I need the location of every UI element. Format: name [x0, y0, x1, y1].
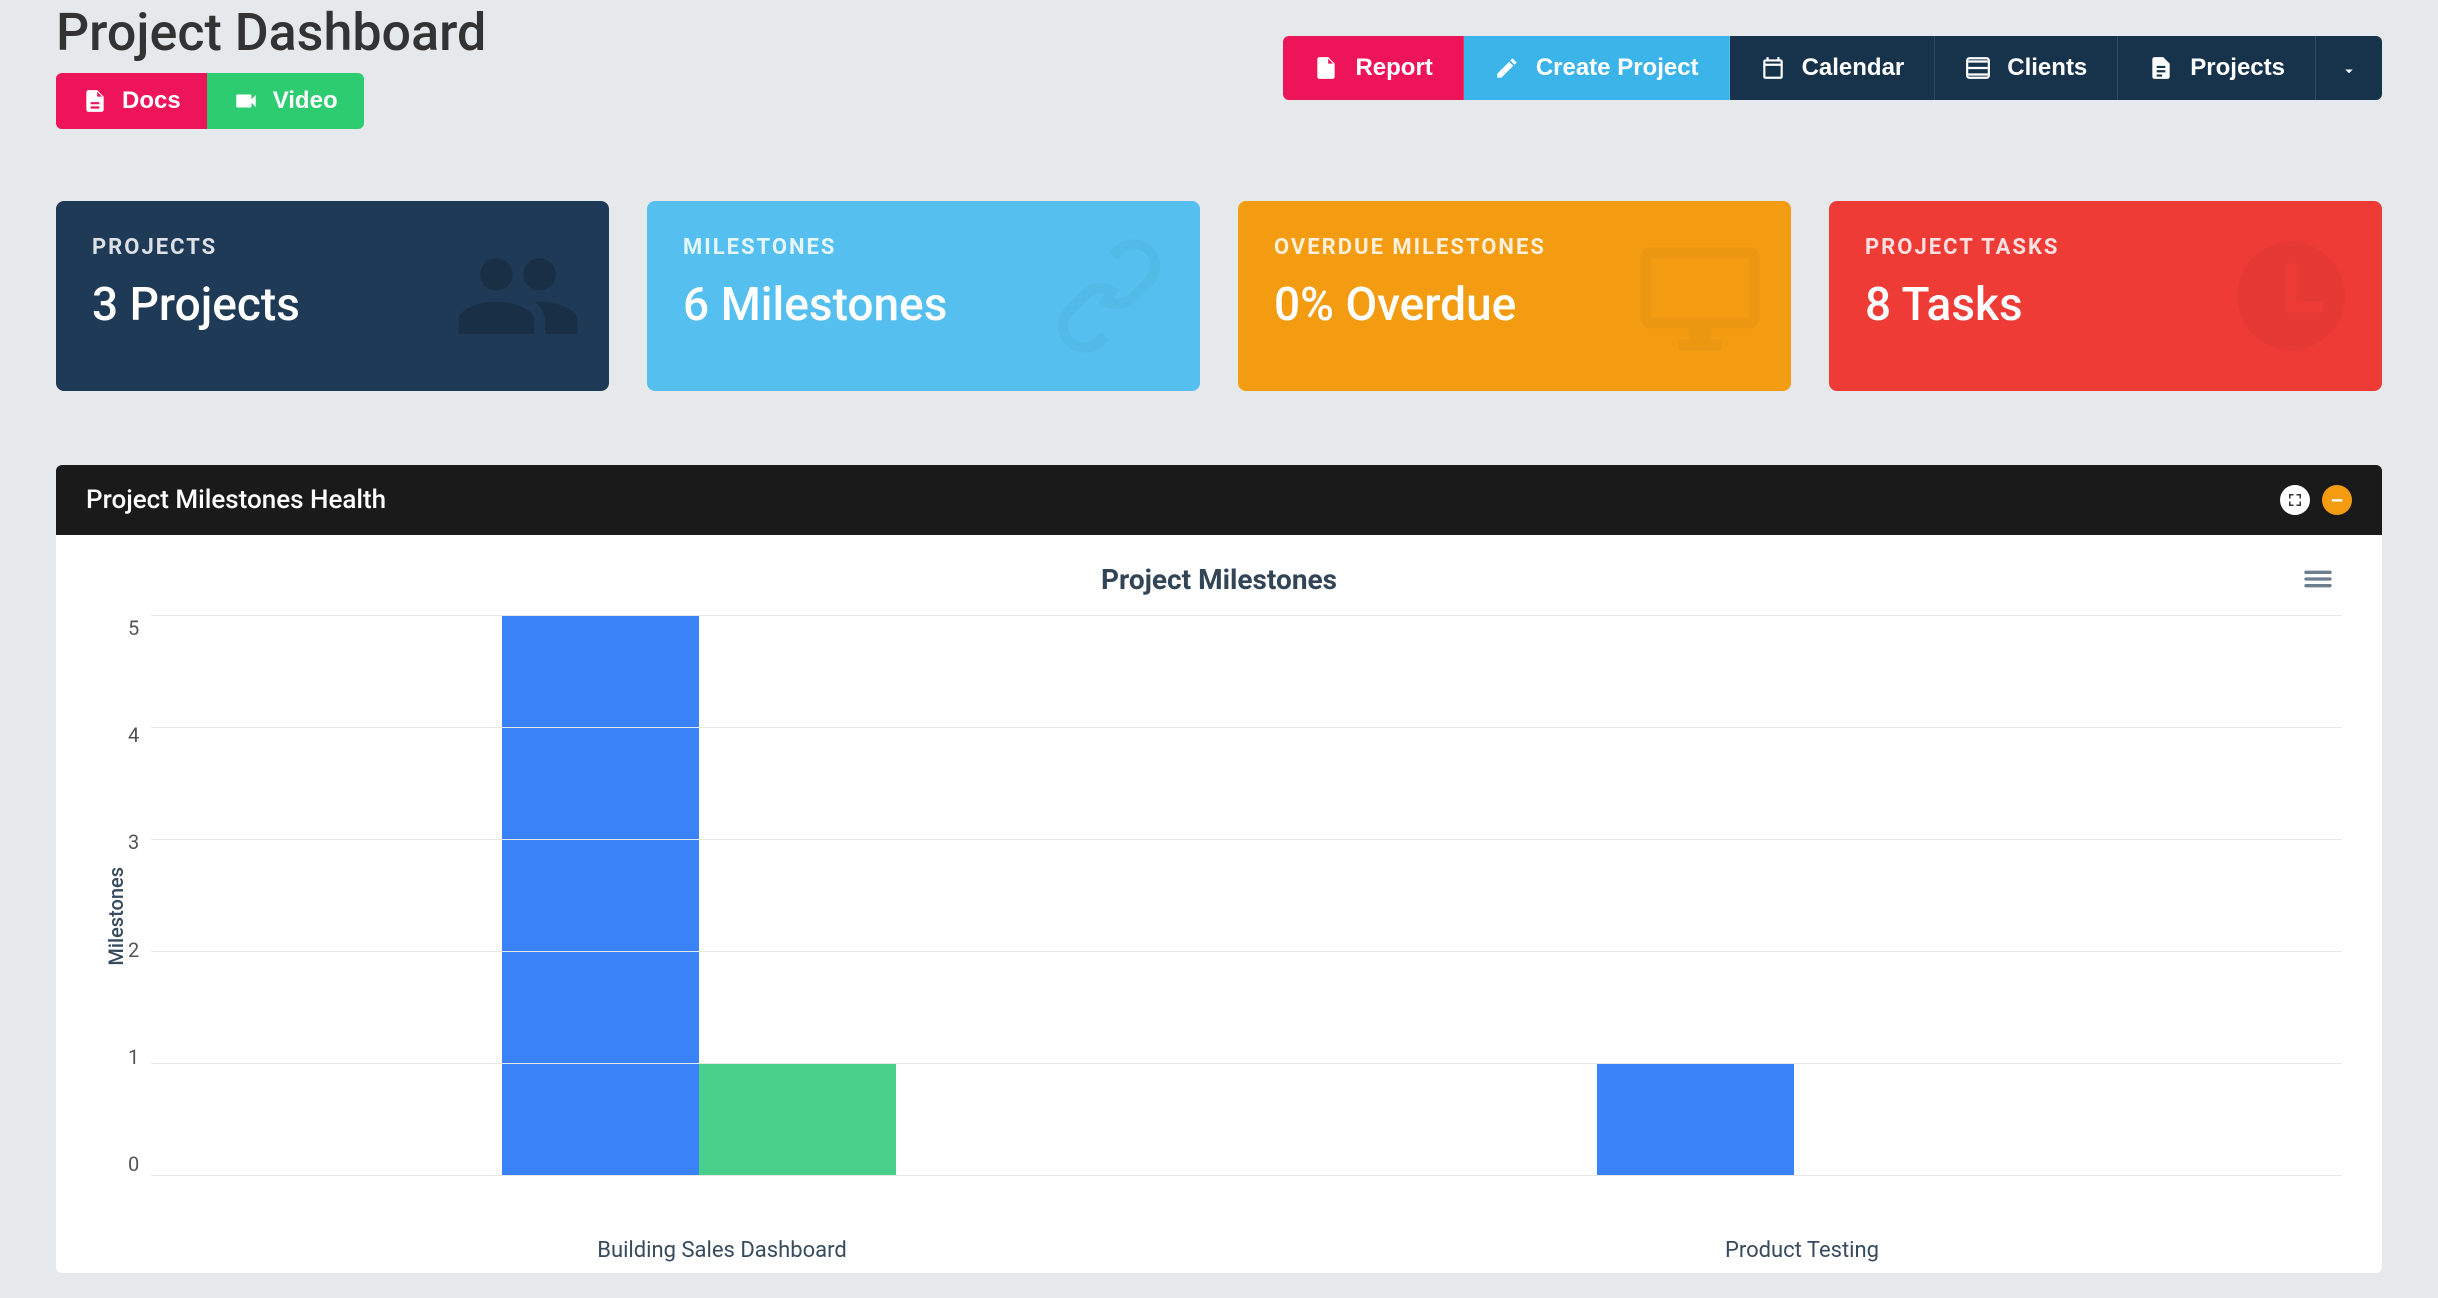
chart-x-label: Product Testing [1262, 1238, 2342, 1263]
docs-button-label: Docs [122, 87, 181, 115]
page-title: Project Dashboard [56, 2, 486, 63]
monitor-icon [1635, 231, 1765, 361]
video-button[interactable]: Video [207, 73, 364, 129]
list-icon [1965, 55, 1991, 81]
clients-label: Clients [2007, 54, 2087, 82]
chart-x-labels: Building Sales DashboardProduct Testing [182, 1226, 2342, 1263]
panel-title: Project Milestones Health [86, 485, 386, 515]
top-nav: Report Create Project Calendar Clients P… [1283, 36, 2382, 100]
chart-plot [151, 616, 2342, 1176]
create-project-label: Create Project [1536, 54, 1699, 82]
clock-icon [2226, 231, 2356, 361]
panel-expand-button[interactable] [2280, 485, 2310, 515]
chart-y-tick: 0 [128, 1152, 139, 1176]
calendar-button[interactable]: Calendar [1730, 36, 1936, 100]
chart-y-tick: 4 [128, 723, 139, 747]
chart-menu-button[interactable] [2302, 563, 2334, 601]
document-icon [82, 88, 108, 114]
calendar-icon [1760, 55, 1786, 81]
caret-down-icon [2340, 59, 2358, 77]
chart-y-tick: 2 [128, 938, 139, 962]
chart-y-tick: 1 [128, 1045, 139, 1069]
tasks-card[interactable]: PROJECT TASKS 8 Tasks [1829, 201, 2382, 391]
calendar-label: Calendar [1802, 54, 1905, 82]
report-button[interactable]: Report [1283, 36, 1463, 100]
projects-button[interactable]: Projects [2118, 36, 2316, 100]
video-button-label: Video [273, 87, 338, 115]
panel-collapse-button[interactable] [2322, 485, 2352, 515]
users-icon [453, 231, 583, 361]
milestones-card[interactable]: MILESTONES 6 Milestones [647, 201, 1200, 391]
clients-button[interactable]: Clients [1935, 36, 2118, 100]
chart-bar[interactable] [502, 616, 699, 1176]
chart-title: Project Milestones [96, 563, 2342, 596]
report-label: Report [1355, 54, 1432, 82]
video-icon [233, 88, 259, 114]
chart-y-ticks: 5 4 3 2 1 0 [128, 616, 151, 1176]
projects-card[interactable]: PROJECTS 3 Projects [56, 201, 609, 391]
overdue-card[interactable]: OVERDUE MILESTONES 0% Overdue [1238, 201, 1791, 391]
chart-x-label: Building Sales Dashboard [182, 1238, 1262, 1263]
link-icon [1044, 231, 1174, 361]
chart-bar[interactable] [699, 1064, 896, 1176]
docs-button[interactable]: Docs [56, 73, 207, 129]
milestones-health-panel: Project Milestones Health Project Milest… [56, 465, 2382, 1273]
chart-y-tick: 3 [128, 830, 139, 854]
chart-y-tick: 5 [128, 616, 139, 640]
nav-more-button[interactable] [2316, 36, 2382, 100]
create-project-button[interactable]: Create Project [1464, 36, 1730, 100]
projects-label: Projects [2190, 54, 2285, 82]
edit-icon [1494, 55, 1520, 81]
pdf-icon [1313, 55, 1339, 81]
chart-y-label: Milestones [96, 867, 128, 966]
file-icon [2148, 55, 2174, 81]
chart-bar[interactable] [1597, 1064, 1794, 1176]
